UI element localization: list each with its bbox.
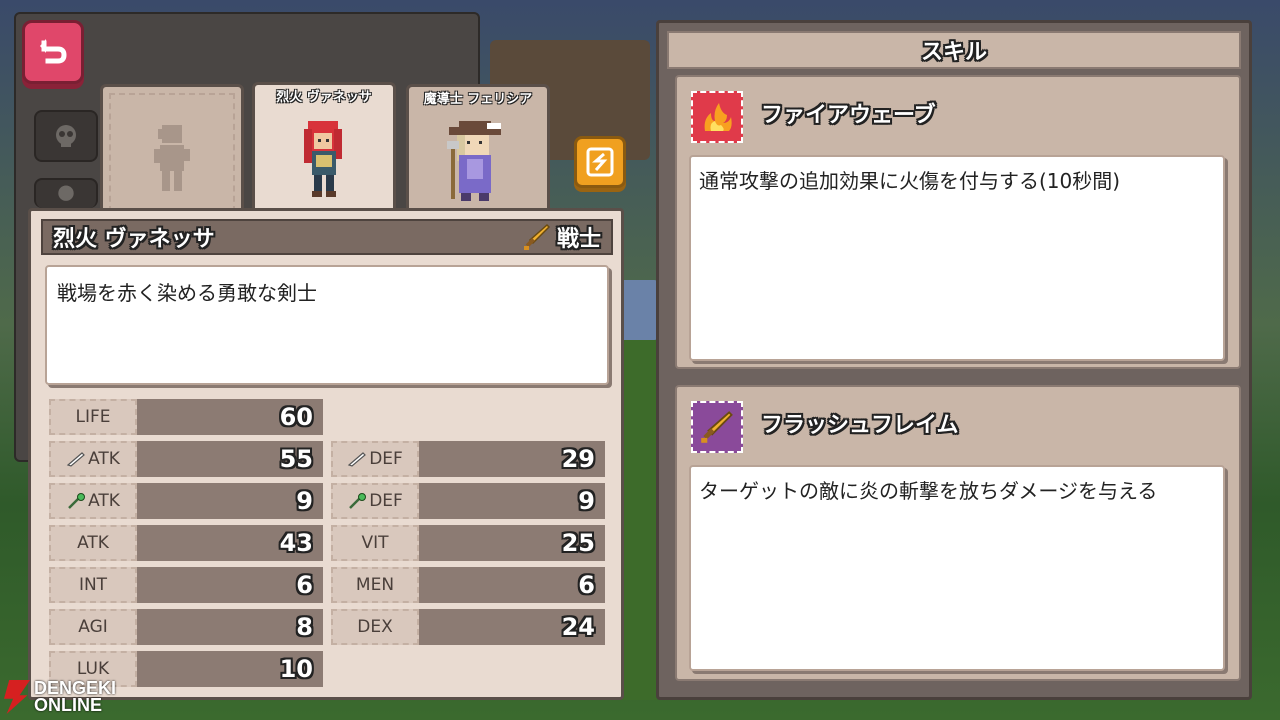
character-header: 烈火 ヴァネッサ 戦士 [41, 219, 613, 255]
stat-value: 9 [419, 483, 605, 519]
watermark-text: DENGEKI ONLINE [34, 679, 116, 715]
skill-name: ファイアウェーブ [761, 103, 936, 128]
character-detail-panel: 烈火 ヴァネッサ 戦士 戦場を赤く染める勇敢な剣士 LIFE 60 ATK 55… [28, 208, 624, 700]
sword-icon [523, 223, 551, 250]
stat-atk: ATK 43 [49, 525, 323, 561]
stat-label: LIFE [49, 399, 137, 435]
staff-icon [349, 493, 367, 509]
tab-label: 烈火 ヴァネッサ [276, 90, 372, 105]
skill-description: ターゲットの敵に炎の斬撃を放ちダメージを与える [689, 465, 1225, 671]
skill-name: フラッシュフレイム [761, 413, 959, 438]
stat-value: 8 [137, 609, 323, 645]
switch-character-button[interactable] [574, 136, 626, 188]
stat-magic-atk: ATK 9 [49, 483, 323, 519]
stat-label: DEX [331, 609, 419, 645]
character-class: 戦士 [523, 221, 601, 253]
skill-panel: スキル ファイアウェーブ 通常攻撃の追加効果に火傷を付与する(10秒間) フラッ… [656, 20, 1252, 700]
felicia-sprite [447, 121, 501, 201]
stat-value: 6 [137, 567, 323, 603]
stat-value: 10 [137, 651, 323, 687]
character-name: 烈火 ヴァネッサ [53, 227, 215, 252]
tab-label: 魔導士 フェリシア [423, 92, 533, 107]
character-tab-felicia[interactable]: 魔導士 フェリシア [406, 84, 550, 212]
stat-label: ATK [49, 441, 137, 477]
lightning-logo-icon [4, 680, 30, 714]
skill-description: 通常攻撃の追加効果に火傷を付与する(10秒間) [689, 155, 1225, 361]
stat-physical-atk: ATK 55 [49, 441, 323, 477]
stat-value: 60 [137, 399, 323, 435]
skull-icon [56, 125, 76, 147]
swap-icon [586, 147, 614, 177]
stat-label-text: ATK [88, 491, 120, 511]
skill-icon-frame [691, 91, 743, 143]
dengeki-online-watermark: DENGEKI ONLINE [4, 679, 116, 715]
staff-icon [68, 493, 86, 509]
stat-agi: AGI 8 [49, 609, 323, 645]
locked-character-silhouette-icon [154, 125, 190, 191]
class-label: 戦士 [556, 227, 601, 252]
party-slot-icon[interactable] [34, 178, 98, 208]
stat-value: 55 [137, 441, 323, 477]
back-arrow-icon [40, 39, 67, 64]
stat-value: 29 [419, 441, 605, 477]
fire-icon [704, 103, 732, 131]
stat-men: MEN 6 [331, 567, 605, 603]
party-slot-icon[interactable] [34, 110, 98, 162]
vanessa-sprite [304, 121, 342, 197]
stat-value: 24 [419, 609, 605, 645]
stat-label: MEN [331, 567, 419, 603]
stat-value: 25 [419, 525, 605, 561]
stat-label-text: ATK [88, 449, 120, 469]
stat-int: INT 6 [49, 567, 323, 603]
character-description: 戦場を赤く染める勇敢な剣士 [45, 265, 609, 385]
stat-label: INT [49, 567, 137, 603]
stat-label: ATK [49, 525, 137, 561]
skill-card-flash-flame: フラッシュフレイム ターゲットの敵に炎の斬撃を放ちダメージを与える [675, 385, 1241, 681]
skill-icon-frame [691, 401, 743, 453]
sword-icon [701, 411, 733, 443]
skull-icon [58, 185, 74, 201]
character-tab-vanessa[interactable]: 烈火 ヴァネッサ [252, 82, 396, 214]
skill-card-fire-wave: ファイアウェーブ 通常攻撃の追加効果に火傷を付与する(10秒間) [675, 75, 1241, 369]
stat-label: DEF [331, 483, 419, 519]
skill-panel-title: スキル [667, 31, 1241, 69]
stat-label-text: DEF [369, 449, 403, 469]
stat-label: AGI [49, 609, 137, 645]
stat-label: DEF [331, 441, 419, 477]
watermark-line2: ONLINE [34, 695, 103, 715]
stat-value: 9 [137, 483, 323, 519]
stat-magic-def: DEF 9 [331, 483, 605, 519]
stat-vit: VIT 25 [331, 525, 605, 561]
sword-icon [347, 452, 367, 467]
stat-life: LIFE 60 [49, 399, 323, 435]
back-button[interactable] [22, 20, 84, 84]
character-tab-locked[interactable] [100, 84, 244, 212]
stat-value: 6 [419, 567, 605, 603]
stat-physical-def: DEF 29 [331, 441, 605, 477]
stat-value: 43 [137, 525, 323, 561]
stat-label-text: DEF [369, 491, 403, 511]
sword-icon [66, 452, 85, 467]
stat-label: VIT [331, 525, 419, 561]
stat-label: ATK [49, 483, 137, 519]
stat-dex: DEX 24 [331, 609, 605, 645]
